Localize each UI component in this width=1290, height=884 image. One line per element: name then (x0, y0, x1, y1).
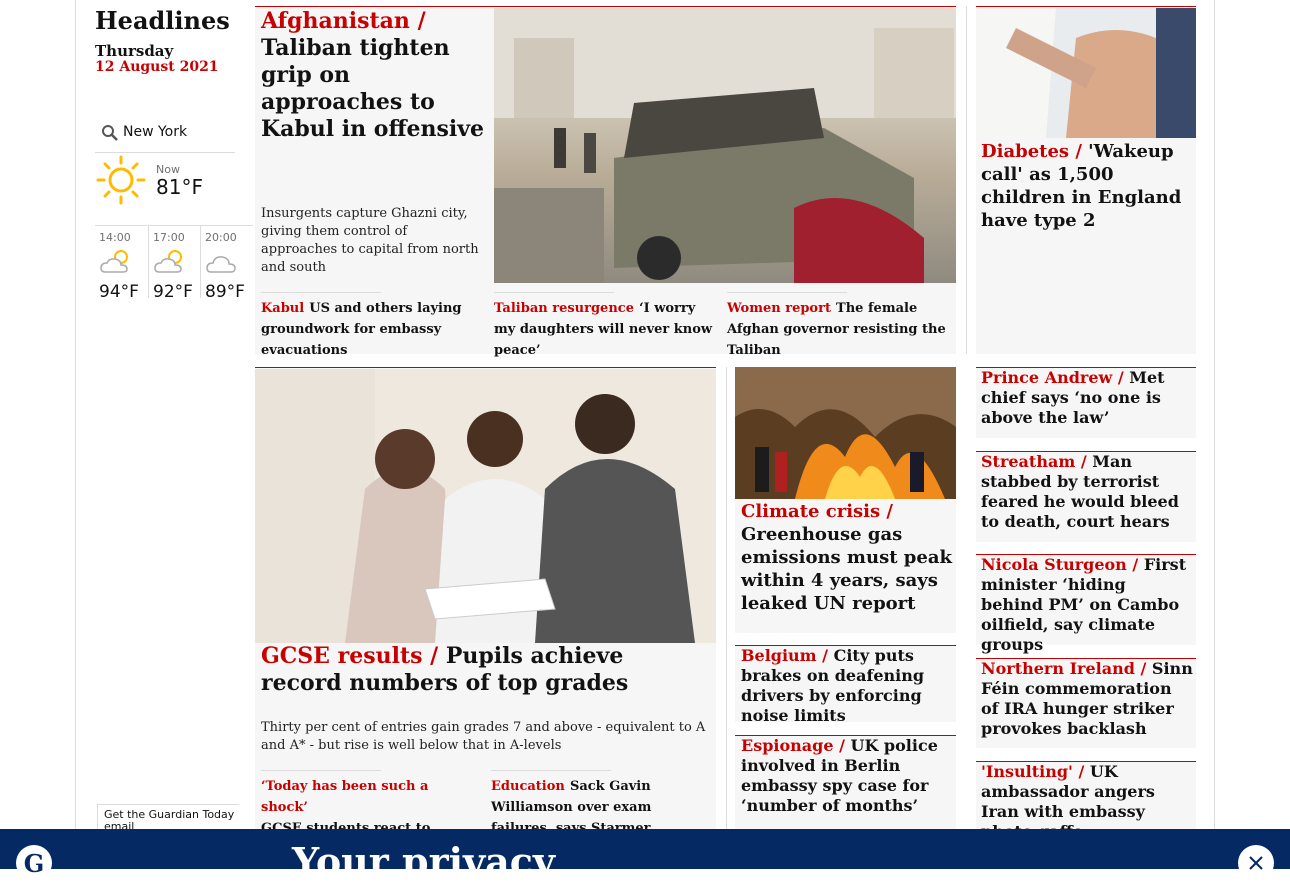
page-container: Headlines Thursday 12 August 2021 New Yo… (75, 0, 1215, 869)
forecast-time: 20:00 (205, 231, 237, 244)
forecast-slot: 20:00 89°F (200, 225, 253, 302)
divider (727, 292, 847, 293)
gcse-sublink[interactable]: Education Sack Gavin Williamson over exa… (491, 770, 711, 838)
email-promo-text: Get the Guardian Today email (104, 808, 235, 831)
climate-headline-text: Greenhouse gas emissions must peak withi… (741, 524, 952, 614)
column-divider (726, 367, 727, 829)
sublink-kicker: Kabul (261, 301, 305, 316)
lead-headline-text: Taliban tighten grip on approaches to Ka… (261, 35, 485, 142)
svg-text:G: G (24, 849, 45, 878)
forecast-temperature: 92°F (153, 282, 193, 302)
now-temperature: 81°F (156, 175, 203, 199)
forecast-time: 17:00 (153, 231, 185, 244)
sublink-kicker: ‘Today has been such a shock’ (261, 779, 429, 815)
forecast-slot: 14:00 94°F (95, 225, 147, 302)
weather-location-search[interactable]: New York (95, 120, 235, 153)
date: 12 August 2021 (95, 59, 219, 75)
climate-headline[interactable]: Climate crisis / Greenhouse gas emission… (741, 500, 953, 615)
story-headline[interactable]: Espionage / UK police involved in Berlin… (741, 736, 953, 816)
gcse-standfirst: Thirty per cent of entries gain grades 7… (261, 720, 706, 753)
climate-image[interactable] (735, 367, 956, 499)
lead-kicker: Afghanistan / (261, 8, 426, 34)
gcse-image[interactable] (255, 369, 716, 643)
forecast-temperature: 94°F (99, 282, 139, 302)
gcse-headline[interactable]: GCSE results / Pupils achieve record num… (261, 643, 711, 697)
column-divider (966, 6, 967, 354)
story-kicker: Belgium / (741, 646, 829, 665)
lead-sublink[interactable]: Taliban resurgence ‘I worry my daughters… (494, 292, 716, 360)
sun-icon (96, 155, 146, 205)
story-kicker: Espionage / (741, 736, 845, 755)
divider (261, 770, 381, 771)
story-headline[interactable]: Nicola Sturgeon / First minister ‘hiding… (981, 555, 1193, 655)
divider (491, 770, 611, 771)
forecast-slot: 17:00 92°F (148, 225, 201, 302)
story-kicker: Nicola Sturgeon / (981, 555, 1139, 574)
taliban-vehicle-photo (494, 8, 956, 283)
lead-sublink[interactable]: Kabul US and others laying groundwork fo… (261, 292, 483, 360)
diabetes-image[interactable] (976, 8, 1196, 138)
injection-photo (976, 8, 1196, 138)
partly-sunny-icon (100, 250, 128, 273)
wildfire-photo (735, 367, 956, 499)
story-kicker: Streatham / (981, 452, 1087, 471)
divider (494, 292, 614, 293)
weekday: Thursday (95, 42, 174, 60)
sublink-kicker: Taliban resurgence (494, 301, 634, 316)
story-headline[interactable]: Belgium / City puts brakes on deafening … (741, 646, 953, 726)
story-headline[interactable]: Prince Andrew / Met chief says ‘no one i… (981, 368, 1193, 428)
privacy-banner: G Your privacy (0, 829, 1290, 884)
privacy-title: Your privacy (292, 839, 555, 884)
forecast-time: 14:00 (99, 231, 131, 244)
location-name: New York (123, 124, 188, 140)
story-kicker: Northern Ireland / (981, 659, 1147, 678)
lead-headline[interactable]: Afghanistan / Taliban tighten grip on ap… (261, 8, 489, 143)
lead-standfirst: Insurgents capture Ghazni city, giving t… (261, 206, 479, 275)
diabetes-headline[interactable]: Diabetes / 'Wakeup call' as 1,500 childr… (981, 140, 1191, 232)
cloud-icon (206, 256, 236, 273)
students-results-photo (255, 369, 716, 643)
divider (261, 292, 381, 293)
diabetes-kicker: Diabetes / (981, 141, 1082, 162)
story-headline[interactable]: Streatham / Man stabbed by terrorist fea… (981, 452, 1193, 532)
privacy-close-button[interactable] (1238, 845, 1274, 881)
sublink-kicker: Women report (727, 301, 831, 316)
forecast-temperature: 89°F (205, 282, 245, 302)
lead-sublink[interactable]: Women report The female Afghan governor … (727, 292, 952, 360)
search-icon (102, 125, 118, 141)
section-title: Headlines (95, 6, 230, 35)
partly-sunny-icon (154, 250, 182, 273)
story-headline[interactable]: Northern Ireland / Sinn Féin commemorati… (981, 659, 1193, 739)
climate-kicker: Climate crisis / (741, 501, 893, 522)
sublink-kicker: Education (491, 779, 565, 794)
story-kicker: 'Insulting' / (981, 762, 1085, 781)
email-promo[interactable]: Get the Guardian Today email (97, 804, 239, 830)
guardian-logo-icon: G (16, 845, 52, 881)
lead-image[interactable] (494, 8, 956, 283)
gcse-kicker: GCSE results / (261, 643, 439, 669)
story-kicker: Prince Andrew / (981, 368, 1124, 387)
